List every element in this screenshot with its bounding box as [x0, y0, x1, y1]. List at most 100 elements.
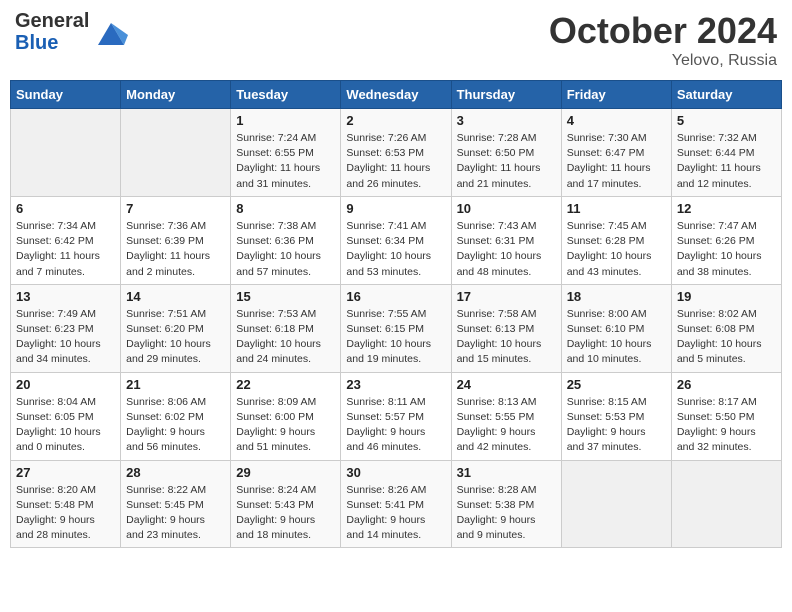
logo: General Blue: [15, 10, 128, 54]
logo-line2: Blue: [15, 32, 58, 54]
day-number: 24: [457, 377, 556, 392]
day-detail: Sunrise: 8:06 AMSunset: 6:02 PMDaylight:…: [126, 395, 225, 456]
calendar-cell: 28Sunrise: 8:22 AMSunset: 5:45 PMDayligh…: [121, 460, 231, 548]
weekday-header: Saturday: [671, 81, 781, 109]
day-number: 13: [16, 289, 115, 304]
calendar-week-row: 1 Sunrise: 7:24 AMSunset: 6:55 PMDaylight…: [11, 109, 782, 197]
calendar-cell: 13 Sunrise: 7:49 AMSunset: 6:23 PMDayligh…: [11, 284, 121, 372]
calendar-cell: [561, 460, 671, 548]
day-number: 4: [567, 113, 666, 128]
calendar-cell: 17 Sunrise: 7:58 AMSunset: 6:13 PMDayligh…: [451, 284, 561, 372]
day-detail: Sunrise: 7:49 AMSunset: 6:23 PMDaylight:…: [16, 307, 115, 368]
calendar-cell: [11, 109, 121, 197]
sub-title: Yelovo, Russia: [549, 52, 777, 70]
day-detail: Sunrise: 8:09 AMSunset: 6:00 PMDaylight:…: [236, 395, 335, 456]
day-number: 8: [236, 201, 335, 216]
calendar-cell: 11 Sunrise: 7:45 AMSunset: 6:28 PMDayligh…: [561, 196, 671, 284]
day-number: 22: [236, 377, 335, 392]
day-detail: Sunrise: 7:58 AMSunset: 6:13 PMDaylight:…: [457, 307, 556, 368]
calendar-header-row: SundayMondayTuesdayWednesdayThursdayFrid…: [11, 81, 782, 109]
calendar-cell: 26 Sunrise: 8:17 AMSunset: 5:50 PMDayligh…: [671, 372, 781, 460]
day-detail: Sunrise: 7:38 AMSunset: 6:36 PMDaylight:…: [236, 219, 335, 280]
calendar-cell: 30Sunrise: 8:26 AMSunset: 5:41 PMDayligh…: [341, 460, 451, 548]
page-header: General Blue October 2024 Yelovo, Russia: [10, 10, 782, 70]
logo-line1: General: [15, 10, 89, 32]
day-detail: Sunrise: 8:26 AMSunset: 5:41 PMDaylight:…: [346, 483, 445, 544]
calendar-cell: 22 Sunrise: 8:09 AMSunset: 6:00 PMDayligh…: [231, 372, 341, 460]
day-number: 17: [457, 289, 556, 304]
calendar-cell: 14 Sunrise: 7:51 AMSunset: 6:20 PMDayligh…: [121, 284, 231, 372]
day-detail: Sunrise: 8:02 AMSunset: 6:08 PMDaylight:…: [677, 307, 776, 368]
day-detail: Sunrise: 8:00 AMSunset: 6:10 PMDaylight:…: [567, 307, 666, 368]
calendar-cell: 6Sunrise: 7:34 AMSunset: 6:42 PMDaylight…: [11, 196, 121, 284]
calendar-cell: 20 Sunrise: 8:04 AMSunset: 6:05 PMDayligh…: [11, 372, 121, 460]
weekday-header: Sunday: [11, 81, 121, 109]
calendar-cell: 1 Sunrise: 7:24 AMSunset: 6:55 PMDaylight…: [231, 109, 341, 197]
main-title: October 2024: [549, 10, 777, 52]
day-number: 16: [346, 289, 445, 304]
calendar-table: SundayMondayTuesdayWednesdayThursdayFrid…: [10, 80, 782, 548]
day-number: 7: [126, 201, 225, 216]
day-detail: Sunrise: 7:55 AMSunset: 6:15 PMDaylight:…: [346, 307, 445, 368]
day-detail: Sunrise: 7:26 AMSunset: 6:53 PMDaylight:…: [346, 131, 445, 192]
day-detail: Sunrise: 7:24 AMSunset: 6:55 PMDaylight:…: [236, 131, 335, 192]
day-detail: Sunrise: 8:04 AMSunset: 6:05 PMDaylight:…: [16, 395, 115, 456]
day-number: 31: [457, 465, 556, 480]
day-number: 23: [346, 377, 445, 392]
day-detail: Sunrise: 7:36 AMSunset: 6:39 PMDaylight:…: [126, 219, 225, 280]
calendar-cell: 10 Sunrise: 7:43 AMSunset: 6:31 PMDayligh…: [451, 196, 561, 284]
calendar-cell: 4Sunrise: 7:30 AMSunset: 6:47 PMDaylight…: [561, 109, 671, 197]
day-number: 3: [457, 113, 556, 128]
calendar-week-row: 27 Sunrise: 8:20 AMSunset: 5:48 PMDayligh…: [11, 460, 782, 548]
calendar-cell: 12Sunrise: 7:47 AMSunset: 6:26 PMDayligh…: [671, 196, 781, 284]
day-detail: Sunrise: 8:22 AMSunset: 5:45 PMDaylight:…: [126, 483, 225, 544]
calendar-cell: 8 Sunrise: 7:38 AMSunset: 6:36 PMDaylight…: [231, 196, 341, 284]
day-number: 10: [457, 201, 556, 216]
calendar-cell: 19 Sunrise: 8:02 AMSunset: 6:08 PMDayligh…: [671, 284, 781, 372]
day-number: 11: [567, 201, 666, 216]
calendar-cell: [671, 460, 781, 548]
day-detail: Sunrise: 8:15 AMSunset: 5:53 PMDaylight:…: [567, 395, 666, 456]
day-detail: Sunrise: 7:43 AMSunset: 6:31 PMDaylight:…: [457, 219, 556, 280]
calendar-cell: 21 Sunrise: 8:06 AMSunset: 6:02 PMDayligh…: [121, 372, 231, 460]
calendar-cell: 2 Sunrise: 7:26 AMSunset: 6:53 PMDaylight…: [341, 109, 451, 197]
calendar-cell: 25 Sunrise: 8:15 AMSunset: 5:53 PMDayligh…: [561, 372, 671, 460]
day-number: 1: [236, 113, 335, 128]
logo-icon: [93, 15, 128, 50]
day-number: 14: [126, 289, 225, 304]
day-detail: Sunrise: 8:13 AMSunset: 5:55 PMDaylight:…: [457, 395, 556, 456]
day-detail: Sunrise: 8:20 AMSunset: 5:48 PMDaylight:…: [16, 483, 115, 544]
day-detail: Sunrise: 7:51 AMSunset: 6:20 PMDaylight:…: [126, 307, 225, 368]
day-detail: Sunrise: 8:11 AMSunset: 5:57 PMDaylight:…: [346, 395, 445, 456]
weekday-header: Thursday: [451, 81, 561, 109]
calendar-cell: 27 Sunrise: 8:20 AMSunset: 5:48 PMDayligh…: [11, 460, 121, 548]
day-number: 15: [236, 289, 335, 304]
day-number: 27: [16, 465, 115, 480]
day-detail: Sunrise: 7:34 AMSunset: 6:42 PMDaylight:…: [16, 219, 115, 280]
title-block: October 2024 Yelovo, Russia: [549, 10, 777, 70]
day-detail: Sunrise: 7:28 AMSunset: 6:50 PMDaylight:…: [457, 131, 556, 192]
calendar-cell: 24 Sunrise: 8:13 AMSunset: 5:55 PMDayligh…: [451, 372, 561, 460]
day-number: 18: [567, 289, 666, 304]
calendar-week-row: 6Sunrise: 7:34 AMSunset: 6:42 PMDaylight…: [11, 196, 782, 284]
day-number: 20: [16, 377, 115, 392]
day-number: 21: [126, 377, 225, 392]
day-detail: Sunrise: 8:28 AMSunset: 5:38 PMDaylight:…: [457, 483, 556, 544]
day-number: 2: [346, 113, 445, 128]
calendar-cell: 15 Sunrise: 7:53 AMSunset: 6:18 PMDayligh…: [231, 284, 341, 372]
calendar-cell: 16 Sunrise: 7:55 AMSunset: 6:15 PMDayligh…: [341, 284, 451, 372]
calendar-cell: 3 Sunrise: 7:28 AMSunset: 6:50 PMDaylight…: [451, 109, 561, 197]
day-number: 25: [567, 377, 666, 392]
calendar-cell: 7 Sunrise: 7:36 AMSunset: 6:39 PMDaylight…: [121, 196, 231, 284]
day-number: 29: [236, 465, 335, 480]
day-number: 19: [677, 289, 776, 304]
day-number: 9: [346, 201, 445, 216]
day-number: 12: [677, 201, 776, 216]
weekday-header: Wednesday: [341, 81, 451, 109]
day-number: 5: [677, 113, 776, 128]
day-number: 26: [677, 377, 776, 392]
day-detail: Sunrise: 8:17 AMSunset: 5:50 PMDaylight:…: [677, 395, 776, 456]
day-detail: Sunrise: 7:45 AMSunset: 6:28 PMDaylight:…: [567, 219, 666, 280]
day-detail: Sunrise: 7:53 AMSunset: 6:18 PMDaylight:…: [236, 307, 335, 368]
day-detail: Sunrise: 7:41 AMSunset: 6:34 PMDaylight:…: [346, 219, 445, 280]
